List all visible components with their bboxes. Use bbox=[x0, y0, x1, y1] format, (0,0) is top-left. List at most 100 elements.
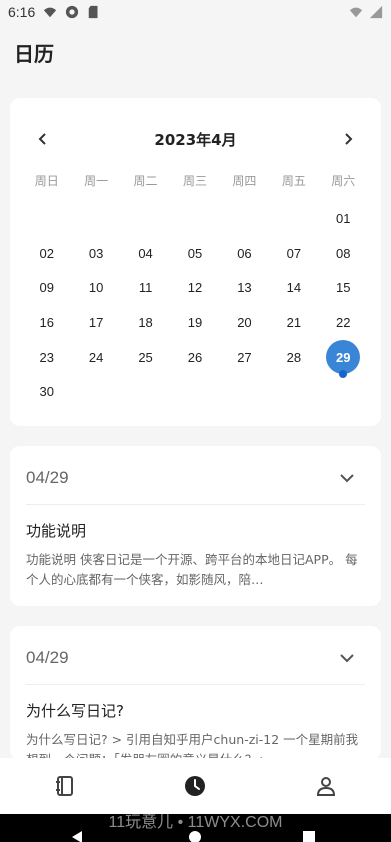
calendar-day[interactable]: 02 bbox=[22, 236, 71, 271]
calendar-day-number: 29 bbox=[326, 340, 361, 375]
previous-month-button[interactable] bbox=[30, 126, 56, 152]
calendar-day-number: 13 bbox=[237, 280, 252, 296]
calendar-day[interactable]: 14 bbox=[269, 270, 318, 305]
entry-date: 04/29 bbox=[26, 648, 69, 667]
calendar-day-number: 07 bbox=[286, 245, 302, 261]
calendar-day-number: 11 bbox=[138, 280, 153, 296]
calendar-day-number: 24 bbox=[88, 349, 104, 365]
calendar-day-number: 10 bbox=[88, 280, 104, 296]
entry-title: 功能说明 bbox=[26, 522, 87, 540]
calendar-day-number: 30 bbox=[39, 384, 54, 400]
calendar-day[interactable]: 30 bbox=[22, 374, 71, 409]
diary-book-icon bbox=[56, 776, 74, 796]
wifi-icon bbox=[44, 7, 57, 18]
calendar-day-number: 26 bbox=[187, 349, 203, 365]
calendar-day[interactable]: 03 bbox=[71, 236, 120, 271]
chevron-down-icon[interactable] bbox=[337, 648, 357, 668]
calendar-day-number: 14 bbox=[286, 280, 302, 296]
weekday-label: 周日 bbox=[34, 174, 59, 188]
calendar-blank-cell bbox=[121, 201, 170, 236]
status-time: 6:16 bbox=[8, 4, 36, 20]
next-month-button[interactable] bbox=[335, 126, 361, 152]
weekday-label: 周二 bbox=[133, 174, 158, 188]
divider bbox=[26, 504, 365, 505]
calendar-day[interactable]: 28 bbox=[269, 340, 318, 375]
calendar-month-label: 2023年4月 bbox=[154, 130, 237, 149]
calendar-day-number: 17 bbox=[88, 314, 104, 330]
calendar-day[interactable]: 08 bbox=[319, 236, 368, 271]
calendar-day[interactable]: 07 bbox=[269, 236, 318, 271]
nav-diary-tab[interactable] bbox=[35, 758, 95, 814]
calendar-day[interactable]: 09 bbox=[22, 270, 71, 305]
weekday-label: 周三 bbox=[182, 174, 207, 188]
calendar-day[interactable]: 12 bbox=[170, 270, 219, 305]
calendar-day[interactable]: 27 bbox=[220, 340, 269, 375]
calendar-day[interactable]: 25 bbox=[121, 340, 170, 375]
calendar-day[interactable]: 11 bbox=[121, 270, 170, 305]
calendar-grid: 01 02 03 04 05 06 07 08 09 10 11 12 13 14 15 16 17 18 19 20… bbox=[22, 201, 368, 409]
calendar-day[interactable]: 23 bbox=[22, 340, 71, 375]
calendar-day[interactable]: 22 bbox=[319, 305, 368, 340]
battery-icon bbox=[369, 5, 383, 19]
status-bar: 6:16 bbox=[0, 0, 391, 24]
calendar-day-number: 02 bbox=[39, 245, 54, 261]
calendar-day[interactable]: 26 bbox=[170, 340, 219, 375]
calendar-day-number: 25 bbox=[138, 349, 153, 365]
calendar-day[interactable]: 20 bbox=[220, 305, 269, 340]
calendar-day[interactable]: 06 bbox=[220, 236, 269, 271]
chevron-right-icon bbox=[345, 133, 353, 145]
calendar-day-number: 06 bbox=[237, 245, 252, 261]
weekday-label: 周一 bbox=[84, 174, 109, 188]
calendar-day[interactable]: 16 bbox=[22, 305, 71, 340]
signal-icon bbox=[349, 7, 363, 18]
calendar-day-number: 12 bbox=[187, 280, 203, 296]
calendar-day-number: 03 bbox=[88, 245, 104, 261]
calendar-day-number: 08 bbox=[336, 245, 351, 261]
calendar-day-number: 28 bbox=[286, 349, 302, 365]
calendar-blank-cell bbox=[22, 201, 71, 236]
calendar-day[interactable]: 01 bbox=[319, 201, 368, 236]
watermark: 11玩意儿 • 11WYX.COM bbox=[108, 814, 283, 831]
calendar-card: 2023年4月 周日 周一 周二 周三 周四 周五 周六 01 02 03 04 05 06 07 08 0… bbox=[10, 98, 381, 426]
calendar-blank-cell bbox=[170, 201, 219, 236]
calendar-day-number: 23 bbox=[39, 349, 54, 365]
calendar-day-number: 22 bbox=[336, 314, 351, 330]
calendar-day-selected[interactable]: 29 bbox=[319, 340, 368, 379]
calendar-day-number: 21 bbox=[286, 314, 302, 330]
nav-profile-tab[interactable] bbox=[296, 758, 356, 814]
calendar-day-number: 18 bbox=[138, 314, 153, 330]
sd-card-icon bbox=[89, 5, 98, 19]
chevron-left-icon bbox=[38, 133, 46, 145]
calendar-day[interactable]: 21 bbox=[269, 305, 318, 340]
calendar-day[interactable]: 05 bbox=[170, 236, 219, 271]
entry-title: 为什么写日记? bbox=[26, 702, 124, 720]
diary-entry-card[interactable]: 04/29 功能说明 功能说明 侠客日记是一个开源、跨平台的本地日记APP。 每… bbox=[10, 446, 381, 606]
weekday-label: 周四 bbox=[232, 174, 257, 188]
calendar-day[interactable]: 15 bbox=[319, 270, 368, 305]
weekday-label: 周五 bbox=[281, 174, 306, 188]
calendar-day[interactable]: 24 bbox=[71, 340, 120, 375]
entry-preview: 功能说明 侠客日记是一个开源、跨平台的本地日记APP。 每个人的心底都有一个侠客… bbox=[26, 552, 358, 587]
profile-icon bbox=[316, 777, 335, 796]
calendar-day[interactable]: 17 bbox=[71, 305, 120, 340]
calendar-day-number: 27 bbox=[237, 349, 252, 365]
calendar-day[interactable]: 04 bbox=[121, 236, 170, 271]
calendar-blank-cell bbox=[269, 201, 318, 236]
weekday-label: 周六 bbox=[331, 174, 356, 188]
calendar-day[interactable]: 19 bbox=[170, 305, 219, 340]
calendar-blank-cell bbox=[71, 201, 120, 236]
calendar-day[interactable]: 18 bbox=[121, 305, 170, 340]
calendar-day-number: 05 bbox=[187, 245, 203, 261]
calendar-day[interactable]: 10 bbox=[71, 270, 120, 305]
weekday-header: 周日 周一 周二 周三 周四 周五 周六 bbox=[22, 172, 368, 189]
nav-calendar-tab[interactable] bbox=[165, 758, 225, 814]
calendar-day-number: 16 bbox=[39, 314, 54, 330]
chevron-down-icon[interactable] bbox=[337, 468, 357, 488]
calendar-day-number: 20 bbox=[237, 314, 252, 330]
calendar-day[interactable]: 13 bbox=[220, 270, 269, 305]
calendar-day-number: 09 bbox=[39, 280, 54, 296]
clock-icon bbox=[185, 776, 206, 796]
headset-icon bbox=[66, 5, 79, 19]
calendar-day-number: 01 bbox=[336, 210, 351, 226]
diary-entry-card[interactable]: 04/29 为什么写日记? 为什么写日记? > 引用自知乎用户chun-zi-1… bbox=[10, 626, 381, 760]
